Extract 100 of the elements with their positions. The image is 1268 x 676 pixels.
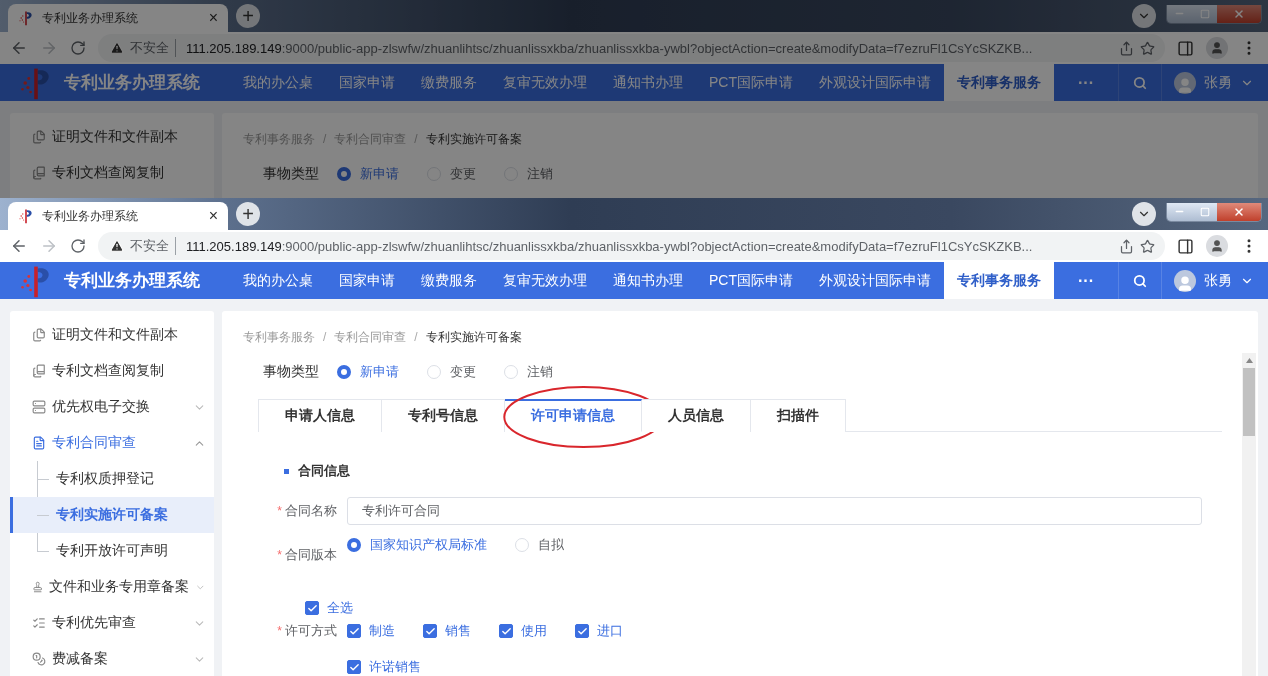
back-icon[interactable] xyxy=(10,237,28,255)
tab-search-button[interactable] xyxy=(1132,4,1156,28)
radio-option[interactable]: 注销 xyxy=(504,363,553,381)
maximize-icon xyxy=(1199,206,1210,217)
search-button[interactable] xyxy=(1118,262,1162,299)
radio-option[interactable]: 国家知识产权局标准 xyxy=(347,536,487,554)
required-mark: * xyxy=(277,504,282,518)
nav-item[interactable]: 通知书办理 xyxy=(600,64,696,101)
search-button[interactable] xyxy=(1118,64,1162,101)
nav-item[interactable]: PCT国际申请 xyxy=(696,262,806,299)
checkbox-option[interactable]: 许诺销售 xyxy=(347,658,423,676)
checklist-icon xyxy=(32,616,46,630)
sidebar-item[interactable]: 专利文档查阅复制 xyxy=(10,353,214,389)
sidebar-item[interactable]: 专利文档查阅复制 xyxy=(10,155,214,191)
close-button[interactable] xyxy=(1217,4,1261,23)
bookmark-star-icon[interactable] xyxy=(1140,40,1155,56)
document-icon xyxy=(32,436,46,450)
security-label: 不安全 xyxy=(130,39,176,57)
sidebar-item[interactable]: 专利优先审查 xyxy=(10,605,214,641)
field-label: 合同版本 xyxy=(285,546,337,564)
sidebar-item[interactable]: 专利合同审查 xyxy=(10,425,214,461)
nav-item[interactable]: 复审无效办理 xyxy=(490,262,600,299)
sidebar-item[interactable]: 证明文件和文件副本 xyxy=(10,317,214,353)
nav-item[interactable]: 通知书办理 xyxy=(600,262,696,299)
radio-option[interactable]: 注销 xyxy=(504,165,553,183)
address-bar[interactable]: 不安全 111.205.189.149:9000/public-app-zlswfw/zhuanlihtsc/zhuanlissxkba/zhuanlissxkba-ywbl?objectAction=create&modifyData=f7ezruFl1CsYcSKZKB... xyxy=(98,232,1165,260)
form-tab[interactable]: 专利号信息 xyxy=(382,399,505,432)
nav-item[interactable]: 缴费服务 xyxy=(408,262,490,299)
scroll-up-icon[interactable] xyxy=(1245,358,1253,363)
select-all-checkbox[interactable]: 全选 xyxy=(305,599,353,617)
reload-icon[interactable] xyxy=(70,238,86,254)
close-button[interactable] xyxy=(1217,202,1261,221)
tab-close-button[interactable]: × xyxy=(208,9,218,27)
maximize-button[interactable] xyxy=(1192,202,1217,221)
sidebar-subitem[interactable]: 专利实施许可备案 xyxy=(10,497,214,533)
nav-item[interactable]: 外观设计国际申请 xyxy=(806,64,944,101)
tab-close-button[interactable]: × xyxy=(208,207,218,225)
nav-item[interactable]: 我的办公桌 xyxy=(230,262,326,299)
breadcrumb-link[interactable]: 专利事务服务 xyxy=(243,329,315,345)
nav-item[interactable]: 国家申请 xyxy=(326,64,408,101)
checkbox-option[interactable]: 销售 xyxy=(423,622,499,640)
nav-item[interactable]: 复审无效办理 xyxy=(490,64,600,101)
new-tab-button[interactable]: + xyxy=(236,202,260,226)
form-tab[interactable]: 许可申请信息 xyxy=(505,399,642,432)
address-bar[interactable]: 不安全 111.205.189.149:9000/public-app-zlswfw/zhuanlihtsc/zhuanlissxkba/zhuanlissxkba-ywbl?objectAction=create&modifyData=f7ezruFl1CsYcSKZKB... xyxy=(98,34,1165,62)
new-tab-button[interactable]: + xyxy=(236,4,260,28)
checkbox-option[interactable]: 制造 xyxy=(347,622,423,640)
form-tab[interactable]: 申请人信息 xyxy=(258,399,382,432)
radio-option[interactable]: 自拟 xyxy=(515,536,564,554)
radio-option[interactable]: 变更 xyxy=(427,165,476,183)
browser-tab[interactable]: 专利业务办理系统 × xyxy=(8,4,228,32)
breadcrumb-link[interactable]: 专利合同审查 xyxy=(334,329,407,345)
url-text: 111.205.189.149:9000/public-app-zlswfw/zhuanlihtsc/zhuanlissxkba/zhuanlissxkba-ywbl?objectAction=create&modifyData=f7ezruFl1CsYcSKZKB... xyxy=(186,40,1034,56)
sidebar-item[interactable]: 费减备案 xyxy=(10,641,214,676)
more-button[interactable]: ··· xyxy=(1054,64,1118,101)
user-menu[interactable]: 张勇 xyxy=(1162,262,1268,299)
more-button[interactable]: ··· xyxy=(1054,262,1118,299)
nav-item[interactable]: 专利事务服务 xyxy=(944,262,1054,299)
input-field[interactable]: 专利许可合同 xyxy=(347,497,1202,525)
sidebar-subitem[interactable]: 专利开放许可声明 xyxy=(10,533,214,569)
nav-item[interactable]: PCT国际申请 xyxy=(696,64,806,101)
breadcrumb-link[interactable]: 专利实施许可备案 xyxy=(425,131,522,147)
nav-item[interactable]: 缴费服务 xyxy=(408,64,490,101)
scrollbar[interactable] xyxy=(1242,353,1256,676)
minimize-button[interactable] xyxy=(1167,202,1192,221)
scrollbar-thumb[interactable] xyxy=(1243,368,1255,436)
breadcrumb-link[interactable]: 专利实施许可备案 xyxy=(425,329,522,345)
search-icon xyxy=(1133,273,1147,288)
nav-item[interactable]: 国家申请 xyxy=(326,262,408,299)
radio-option[interactable]: 新申请 xyxy=(337,363,399,381)
sidebar-item[interactable]: 证明文件和文件副本 xyxy=(10,119,214,155)
form-tab[interactable]: 人员信息 xyxy=(642,399,751,432)
nav-item[interactable]: 我的办公桌 xyxy=(230,64,326,101)
radio-option[interactable]: 新申请 xyxy=(337,165,399,183)
checkbox-option[interactable]: 进口 xyxy=(575,622,651,640)
profile-icon[interactable] xyxy=(1206,235,1228,257)
back-icon[interactable] xyxy=(10,39,28,57)
sidebar-item[interactable]: 文件和业务专用章备案 xyxy=(10,569,214,605)
profile-icon[interactable] xyxy=(1206,37,1228,59)
section-bullet xyxy=(284,468,289,474)
tab-search-button[interactable] xyxy=(1132,202,1156,226)
share-icon[interactable] xyxy=(1119,238,1134,254)
form-tab[interactable]: 扫描件 xyxy=(751,399,846,432)
warning-icon xyxy=(110,239,124,253)
maximize-button[interactable] xyxy=(1192,4,1217,23)
nav-item[interactable]: 专利事务服务 xyxy=(944,64,1054,101)
reload-icon[interactable] xyxy=(70,40,86,56)
required-mark: * xyxy=(277,548,282,562)
radio-option[interactable]: 变更 xyxy=(427,363,476,381)
minimize-button[interactable] xyxy=(1167,4,1192,23)
nav-item[interactable]: 外观设计国际申请 xyxy=(806,262,944,299)
sidebar-item[interactable]: 优先权电子交换 xyxy=(10,389,214,425)
side-panel-icon[interactable] xyxy=(1177,237,1194,255)
user-menu[interactable]: 张勇 xyxy=(1162,64,1268,101)
share-icon[interactable] xyxy=(1119,40,1134,56)
bookmark-star-icon[interactable] xyxy=(1140,238,1155,254)
check-icon xyxy=(306,602,318,614)
sidebar-subitem[interactable]: 专利权质押登记 xyxy=(10,461,214,497)
checkbox-option[interactable]: 使用 xyxy=(499,622,575,640)
browser-tab[interactable]: 专利业务办理系统 × xyxy=(8,202,228,230)
